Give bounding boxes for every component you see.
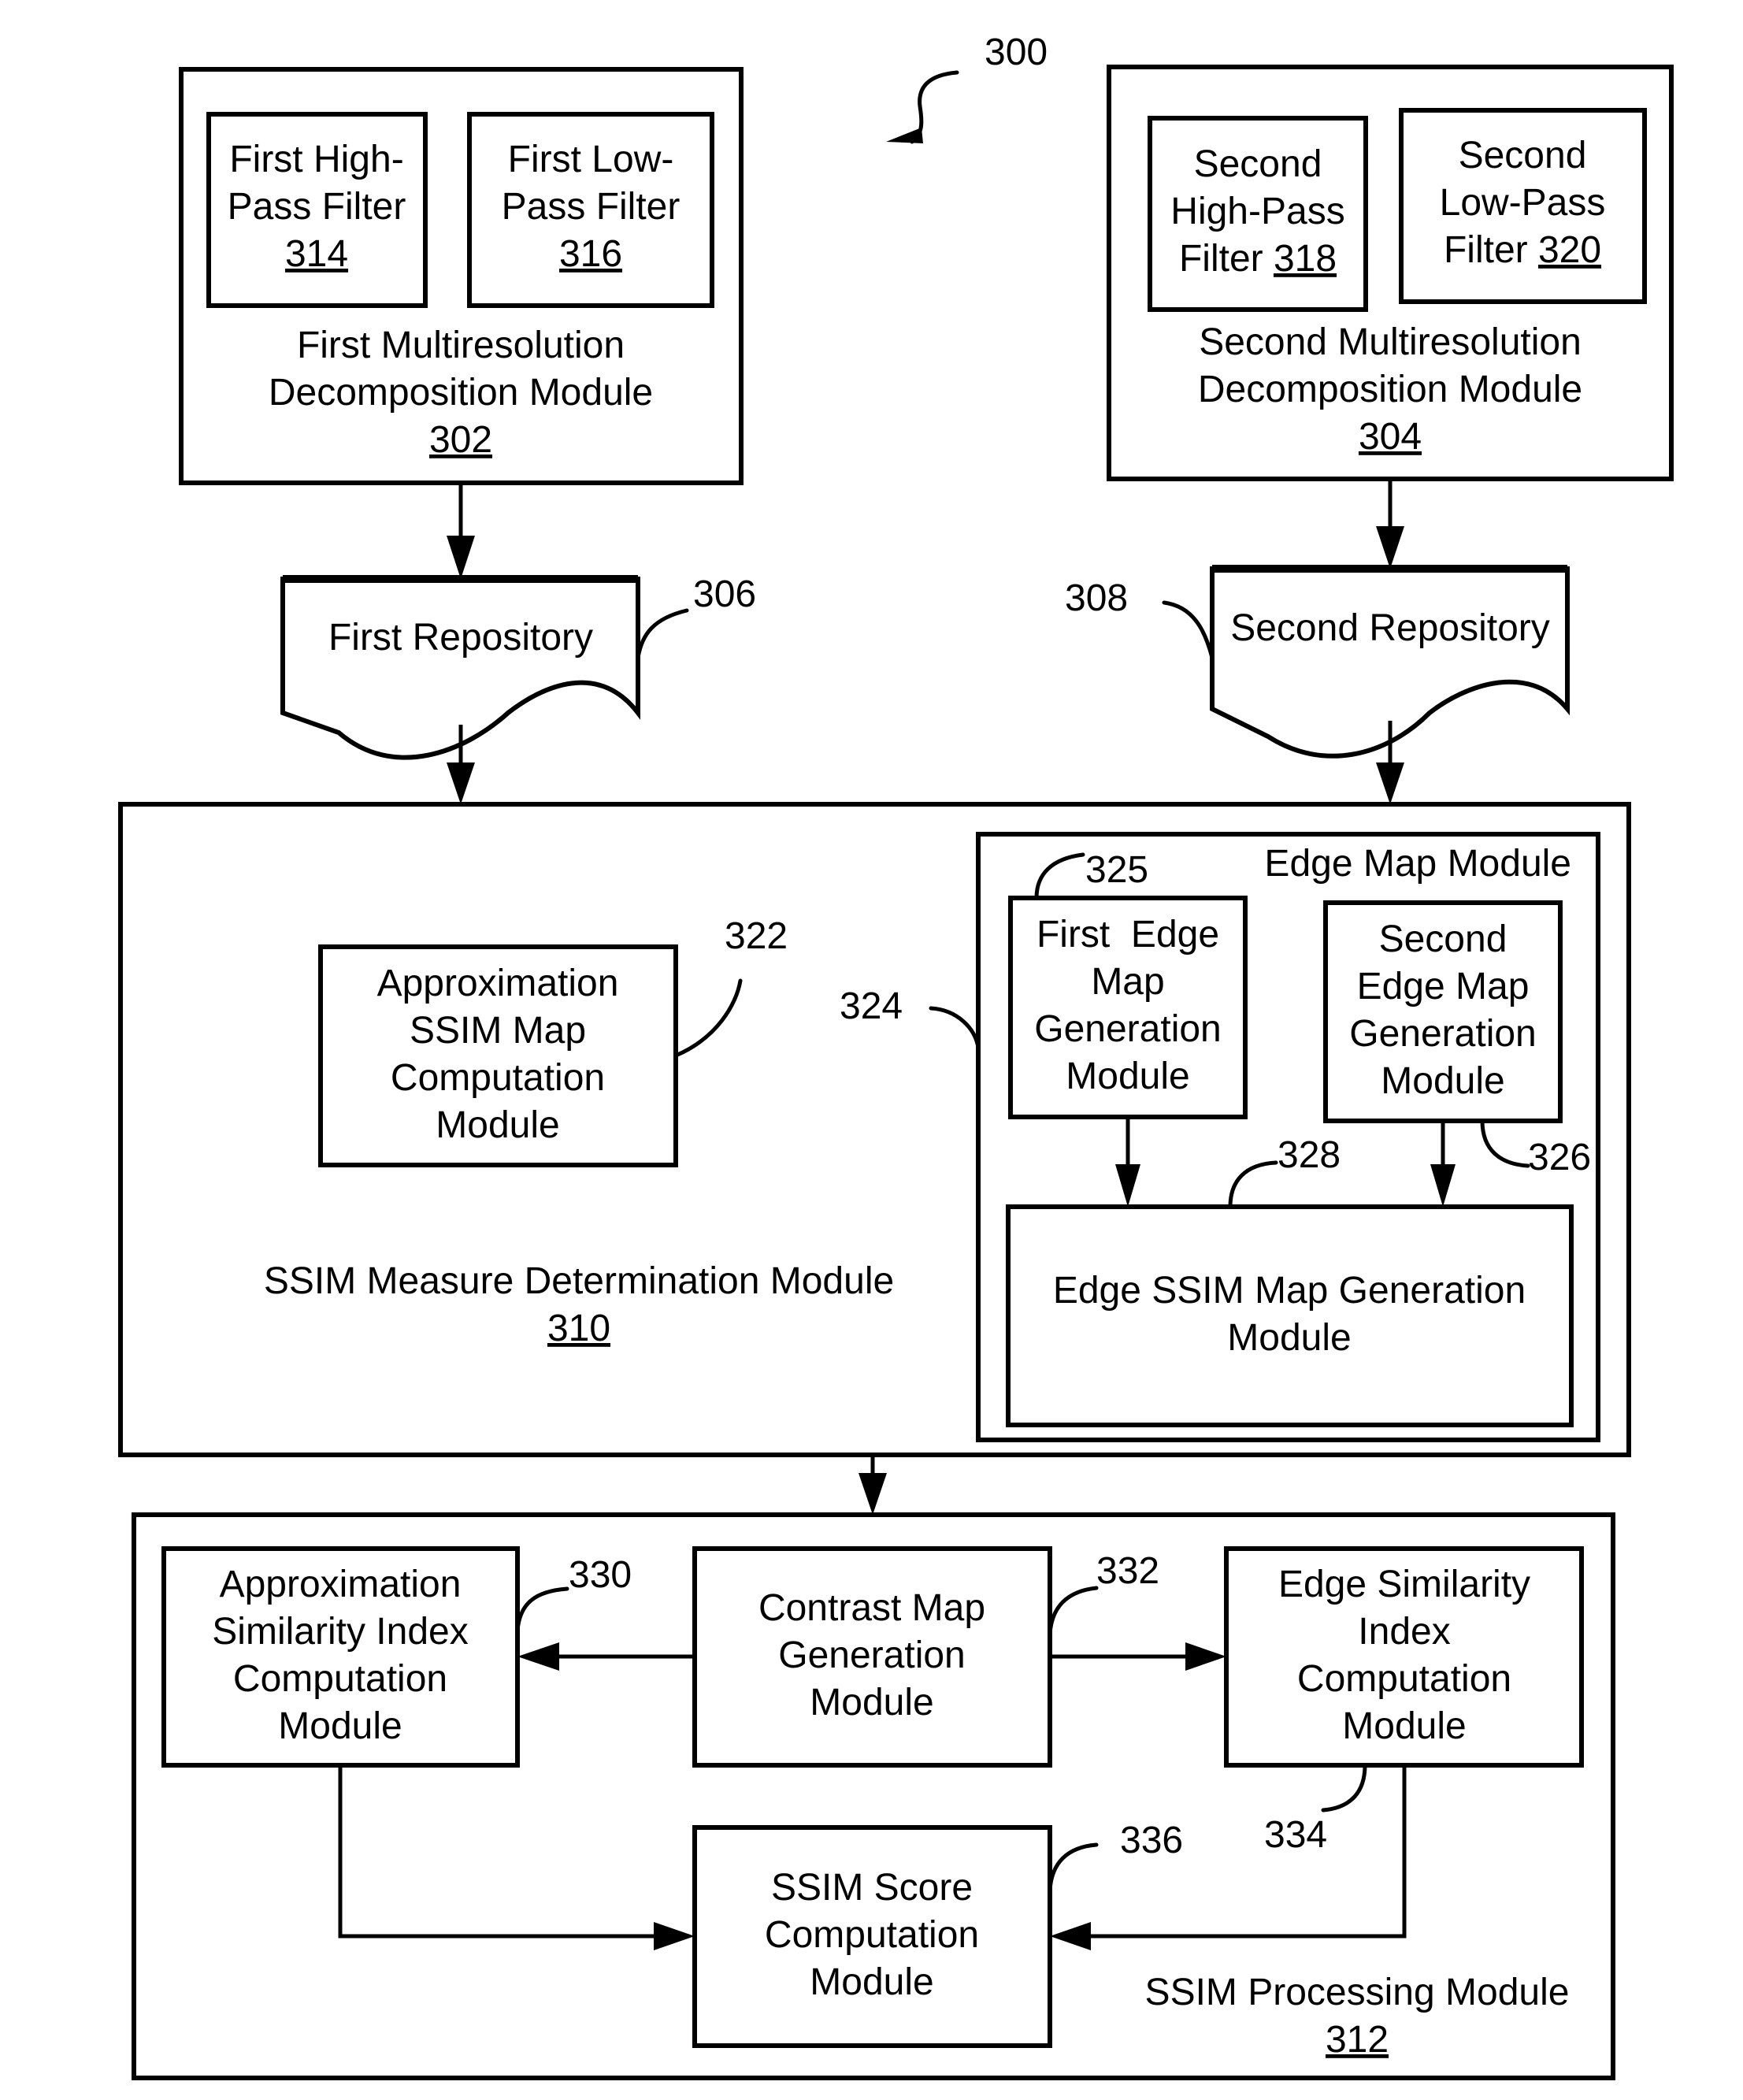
approx-ssim-line-1: Approximation (377, 963, 619, 1004)
ssim-score-line-3: Module (810, 1961, 933, 2003)
edge-ssim-line-2: Module (1227, 1317, 1351, 1359)
first-high-pass-filter: First High- Pass Filter 314 (206, 112, 428, 308)
second-lpf-line-2: Low-Pass (1440, 182, 1606, 224)
second-edge-line-3: Generation (1349, 1013, 1537, 1055)
approx-ssim-map-module: Approximation SSIM Map Computation Modul… (318, 944, 678, 1167)
arrow-head-304-to-308 (1376, 526, 1404, 569)
first-lpf-ref: 316 (559, 233, 622, 275)
first-edge-map-module: First Edge Map Generation Module (1008, 896, 1248, 1119)
edge-sim-line-1: Edge Similarity (1278, 1564, 1530, 1605)
edge-map-module-label: Edge Map Module (1264, 843, 1571, 885)
ssim-processing-module: Approximation Similarity Index Computati… (132, 1512, 1615, 2080)
second-low-pass-filter: Second Low-Pass Filter 320 (1399, 108, 1647, 304)
second-lpf-line-1: Second (1459, 135, 1587, 176)
first-multires-module: First High- Pass Filter 314 First Low- P… (179, 67, 744, 485)
ssim-score-ref: 336 (1120, 1820, 1183, 1861)
second-edge-map-module: Second Edge Map Generation Module (1323, 900, 1563, 1123)
second-hpf-line-2: High-Pass (1170, 191, 1344, 232)
contrast-map-module: Contrast Map Generation Module (692, 1546, 1052, 1768)
contrast-line-3: Module (810, 1682, 933, 1723)
first-edge-line-2: Map (1091, 961, 1164, 1003)
second-edge-line-4: Module (1381, 1060, 1504, 1102)
second-repository-label: Second Repository (1230, 607, 1550, 649)
edge-map-ref: 324 (840, 985, 903, 1027)
arrow-head-308-to-310 (1376, 762, 1404, 804)
approx-sim-line-2: Similarity Index (212, 1611, 468, 1653)
edge-sim-line-4: Module (1342, 1705, 1466, 1747)
approx-ssim-line-3: Computation (391, 1057, 605, 1099)
edge-ssim-map-module: Edge SSIM Map Generation Module (1006, 1204, 1574, 1427)
first-repository-ref: 306 (693, 573, 756, 615)
second-multires-module: Second High-Pass Filter 318 Second Low-P… (1107, 65, 1674, 481)
first-repository-ref-leader (636, 608, 689, 660)
arrow-head-302-to-306 (447, 536, 475, 579)
second-hpf-ref: 318 (1274, 238, 1337, 280)
edge-sim-ref: 334 (1264, 1814, 1327, 1856)
second-edge-ref: 326 (1528, 1137, 1591, 1178)
contrast-ref: 332 (1096, 1550, 1159, 1592)
approx-sim-ref: 330 (569, 1554, 632, 1596)
first-multires-line-1: First Multiresolution (297, 325, 625, 366)
approx-sim-line-1: Approximation (220, 1564, 462, 1605)
second-repository-ref: 308 (1065, 577, 1128, 619)
edge-map-module: Edge Map Module First Edge Map Generatio… (976, 832, 1600, 1442)
block-diagram: 300 First High- Pass Filter 314 First Lo… (118, 32, 1674, 2080)
figure-ref-arrow-head (886, 128, 923, 143)
second-hpf-filter-word: Filter (1179, 238, 1274, 280)
first-low-pass-filter: First Low- Pass Filter 316 (467, 112, 714, 308)
contrast-line-1: Contrast Map (758, 1587, 985, 1629)
second-lpf-filter-word: Filter (1444, 229, 1538, 271)
first-multires-ref: 302 (429, 419, 492, 461)
ssim-processing-label: SSIM Processing Module (1145, 1972, 1570, 2013)
first-repository-label: First Repository (328, 617, 593, 659)
figure-ref-300: 300 (985, 32, 1048, 73)
arrow-head-306-to-310 (447, 762, 475, 804)
second-high-pass-filter: Second High-Pass Filter 318 (1148, 116, 1368, 312)
edge-similarity-module: Edge Similarity Index Computation Module (1224, 1546, 1584, 1768)
second-lpf-ref: 320 (1538, 229, 1601, 271)
first-hpf-line-2: Pass Filter (228, 186, 406, 228)
first-hpf-ref: 314 (285, 233, 348, 275)
second-edge-line-1: Second (1379, 918, 1508, 960)
second-hpf-line-1: Second (1194, 143, 1322, 185)
first-edge-line-1: First Edge (1037, 914, 1219, 955)
first-edge-line-3: Generation (1034, 1008, 1222, 1050)
first-edge-ref: 325 (1085, 849, 1148, 891)
ssim-processing-ref: 312 (1326, 2019, 1389, 2061)
ssim-measure-label: SSIM Measure Determination Module (264, 1260, 894, 1302)
second-multires-ref: 304 (1359, 416, 1422, 458)
first-hpf-line-1: First High- (229, 139, 403, 180)
approx-ssim-line-4: Module (436, 1104, 559, 1146)
second-multires-line-1: Second Multiresolution (1199, 321, 1582, 363)
ssim-score-line-2: Computation (765, 1914, 979, 1956)
second-repository-ref-leader (1162, 600, 1215, 660)
first-lpf-line-2: Pass Filter (502, 186, 681, 228)
approx-ssim-line-2: SSIM Map (410, 1010, 586, 1052)
second-multires-line-2: Decomposition Module (1198, 369, 1582, 410)
approx-ssim-ref: 322 (725, 915, 788, 957)
edge-ssim-line-1: Edge SSIM Map Generation (1053, 1270, 1526, 1312)
contrast-line-2: Generation (778, 1634, 966, 1676)
edge-sim-line-3: Computation (1297, 1658, 1511, 1700)
second-hpf-line-3: Filter 318 (1179, 238, 1337, 280)
edge-ssim-ref: 328 (1278, 1134, 1341, 1176)
second-lpf-line-3: Filter 320 (1444, 229, 1601, 271)
first-lpf-line-1: First Low- (508, 139, 674, 180)
approx-sim-line-4: Module (278, 1705, 402, 1747)
ssim-measure-module: Approximation SSIM Map Computation Modul… (118, 802, 1631, 1457)
ssim-score-module: SSIM Score Computation Module (692, 1825, 1052, 2048)
second-edge-line-2: Edge Map (1357, 966, 1530, 1007)
first-edge-line-4: Module (1066, 1056, 1189, 1097)
edge-sim-line-2: Index (1358, 1611, 1450, 1653)
approx-sim-line-3: Computation (233, 1658, 447, 1700)
ssim-measure-ref: 310 (547, 1308, 610, 1349)
ssim-score-line-1: SSIM Score (771, 1867, 973, 1909)
first-multires-line-2: Decomposition Module (269, 372, 653, 414)
arrow-head-310-to-312 (859, 1473, 887, 1515)
approx-similarity-module: Approximation Similarity Index Computati… (161, 1546, 520, 1768)
